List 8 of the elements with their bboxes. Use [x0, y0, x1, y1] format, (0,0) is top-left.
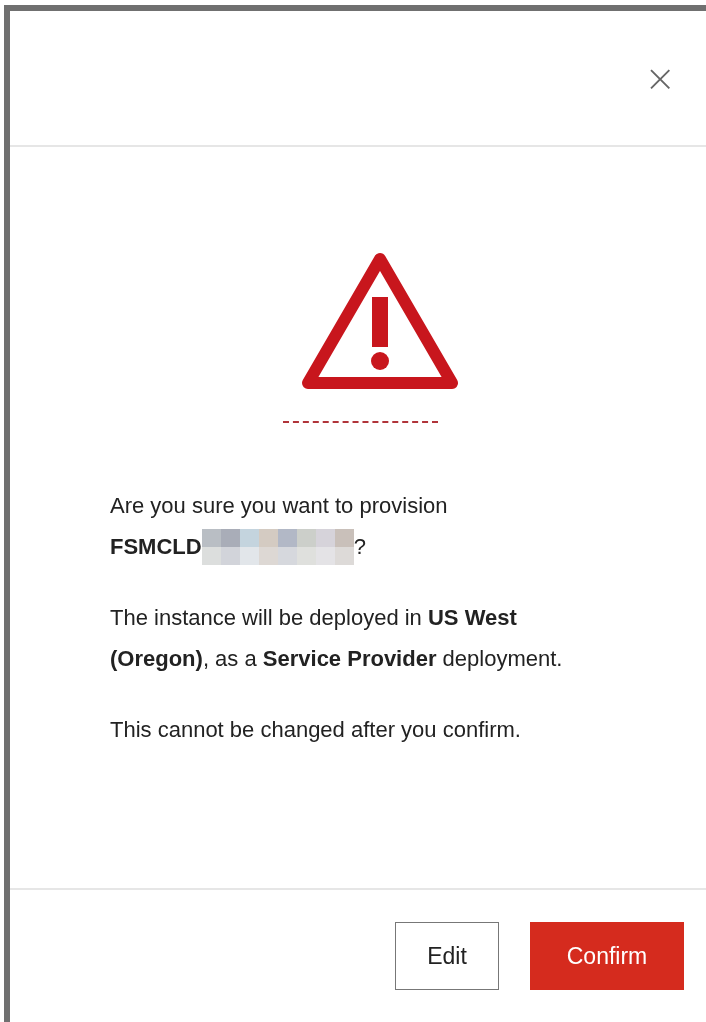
close-icon[interactable]: × — [644, 59, 676, 97]
edit-button[interactable]: Edit — [395, 922, 499, 990]
message-text: The instance will be deployed in US West (Oregon), as a Service Provider deployment. — [110, 604, 564, 673]
message-text: Are you sure you want to provision — [110, 492, 449, 520]
confirm-button[interactable]: Confirm — [530, 922, 684, 990]
question-mark: ? — [353, 533, 366, 560]
message-text: This cannot be changed after you confirm. — [110, 716, 522, 744]
instance-name: FSMCLD — [110, 533, 202, 560]
